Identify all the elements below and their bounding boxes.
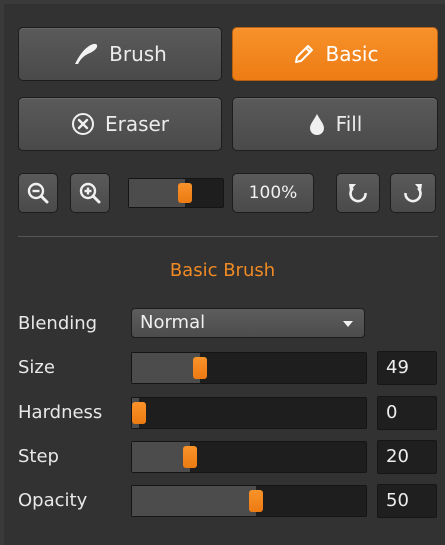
basic-tool-label: Basic [325,42,379,66]
step-slider-fill [132,442,190,472]
fill-tool-button[interactable]: Fill [232,97,438,151]
size-slider-fill [132,353,200,383]
eraser-tool-label: Eraser [104,112,170,136]
zoom-out-button[interactable] [18,173,58,213]
step-slider-handle[interactable] [183,446,197,468]
size-value-field[interactable]: 49 [377,351,437,385]
close-circle-icon [71,112,95,136]
size-slider-handle[interactable] [193,357,207,379]
rotate-left-icon [346,181,370,205]
drop-icon [308,112,326,136]
brush-tool-label: Brush [109,42,167,66]
step-slider[interactable] [131,441,367,473]
opacity-slider[interactable] [131,485,367,517]
rotate-right-button[interactable] [390,173,436,213]
hardness-label: Hardness [18,402,103,423]
zoom-reset-button[interactable]: 100% [232,173,314,213]
size-label: Size [18,357,55,378]
hardness-value-field[interactable]: 0 [377,396,437,430]
eraser-tool-button[interactable]: Eraser [18,97,222,151]
opacity-slider-fill [132,486,256,516]
zoom-slider-handle[interactable] [178,183,192,203]
opacity-value-field[interactable]: 50 [377,484,437,518]
chevron-down-icon [343,321,353,327]
opacity-label: Opacity [18,490,88,511]
zoom-out-icon [26,181,50,205]
step-value-field[interactable]: 20 [377,440,437,474]
size-slider[interactable] [131,352,367,384]
blending-label: Blending [18,313,98,334]
rotate-right-icon [401,181,425,205]
zoom-value-label: 100% [248,183,298,203]
zoom-slider[interactable] [128,178,224,208]
fill-tool-label: Fill [335,112,363,136]
zoom-slider-fill [129,179,185,207]
pencil-icon [292,42,316,66]
step-label: Step [18,446,59,467]
zoom-in-icon [78,181,102,205]
hardness-slider[interactable] [131,397,367,429]
opacity-slider-handle[interactable] [249,490,263,512]
brush-tool-button[interactable]: Brush [18,27,222,81]
hardness-slider-handle[interactable] [132,402,146,424]
brush-icon [73,42,99,66]
section-divider [18,236,438,237]
blending-value: Normal [140,312,206,333]
blending-dropdown[interactable]: Normal [131,308,365,338]
rotate-left-button[interactable] [336,173,380,213]
zoom-in-button[interactable] [70,173,110,213]
section-title: Basic Brush [169,260,276,281]
basic-tool-button[interactable]: Basic [232,27,438,81]
